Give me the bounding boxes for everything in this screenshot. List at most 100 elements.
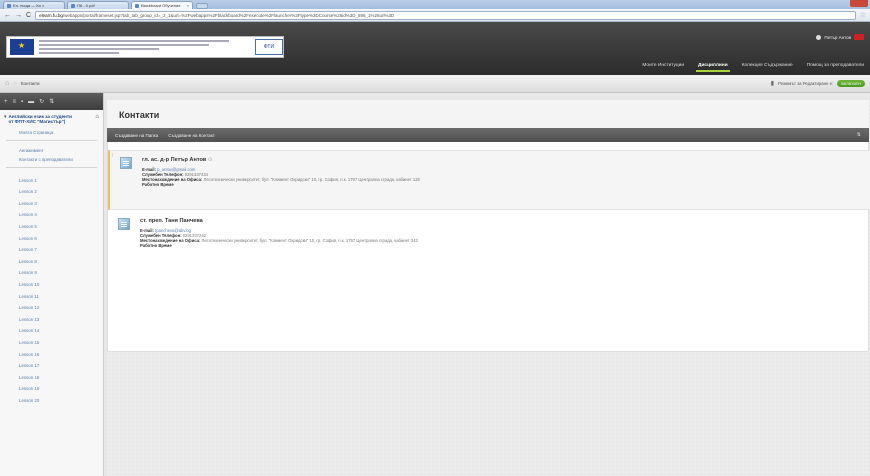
nav-tab-institutions[interactable]: Моите Институции — [640, 61, 686, 72]
address-bar: ← → C elearn.fu.bg /webapps/portal/frame… — [0, 9, 870, 22]
bookmark-star-icon[interactable]: ☆ — [860, 11, 866, 19]
program-logo: ФТИ — [255, 39, 283, 55]
sidebar-item-lesson[interactable]: Lesson 12 — [0, 302, 103, 314]
back-button[interactable]: ← — [4, 12, 11, 19]
options-menu-icon[interactable]: ⊙ — [208, 157, 213, 163]
course-title[interactable]: Английски език за студенти от ФПТ-ХИС "М… — [9, 114, 73, 125]
create-contact-button[interactable]: Създаване на Контакт — [168, 133, 215, 138]
create-folder-button[interactable]: Създаване на Папка — [115, 133, 158, 138]
lesson-list: Lesson 1 Lesson 2 Lesson 3 Lesson 4 Less… — [0, 172, 103, 407]
folder-view-icon[interactable]: ▪ — [21, 99, 23, 105]
url-input[interactable]: elearn.fu.bg /webapps/portal/frameset.js… — [35, 10, 856, 20]
sidebar-item-lesson[interactable]: Lesson 20 — [0, 395, 103, 407]
user-name[interactable]: Петър Антов — [824, 35, 851, 40]
tab-favicon-icon — [7, 3, 11, 8]
divider — [6, 139, 97, 141]
course-home-icon[interactable]: ⌂ — [95, 114, 99, 120]
sidebar-item-my-page[interactable]: Моята Страница — [0, 127, 103, 136]
contact-card-icon — [118, 218, 130, 230]
tab-favicon-icon — [71, 3, 75, 8]
home-icon[interactable]: ⌂ — [5, 80, 9, 87]
sidebar-item-lesson[interactable]: Lesson 8 — [0, 256, 103, 268]
tab-label: Blackboard Обучение — [141, 3, 181, 8]
sidebar-item-lesson[interactable]: Lesson 4 — [0, 209, 103, 221]
sidebar-item-lesson[interactable]: Lesson 3 — [0, 198, 103, 210]
edit-mode-area: ▮ Режимът за Редактиране е: ВКЛЮЧЕН — [771, 80, 865, 87]
contact-name: гл. ас. д-р Петър Антов — [142, 157, 207, 163]
contacts-list: ⁞ гл. ас. д-р Петър Антов ⊙ E-mail: p_an… — [107, 142, 870, 352]
url-host: elearn.fu.bg — [39, 12, 63, 18]
divider — [6, 166, 97, 168]
page-title-area: Контакти — [107, 100, 869, 128]
reload-button[interactable]: C — [26, 12, 31, 19]
sidebar-item-lesson[interactable]: Lesson 7 — [0, 244, 103, 256]
page-title: Контакти — [119, 110, 160, 120]
course-title-row[interactable]: ▾ Английски език за студенти от ФПТ-ХИС … — [0, 110, 103, 127]
sidebar-item-engagement[interactable]: Ангажимент — [0, 145, 103, 154]
user-icon — [816, 34, 822, 40]
drag-handle-icon[interactable]: ⁞ — [112, 153, 113, 159]
contact-hours-row: Работно Време — [142, 182, 870, 187]
banner-text — [39, 40, 239, 56]
top-navigation: Моите Институции Дисциплини Колекция Съд… — [640, 61, 866, 72]
sidebar-item-lesson[interactable]: Lesson 15 — [0, 337, 103, 349]
main-content: Контакти Създаване на Папка Създаване на… — [107, 100, 870, 476]
refresh-icon[interactable]: ↻ — [39, 98, 44, 105]
sidebar-item-lesson[interactable]: Lesson 2 — [0, 186, 103, 198]
url-path: /webapps/portal/frameset.jsp?tab_tab_gro… — [62, 12, 395, 18]
institution-banner[interactable]: ФТИ — [6, 36, 284, 58]
sidebar-item-lesson[interactable]: Lesson 13 — [0, 314, 103, 326]
collapse-chevron-icon[interactable]: ▾ — [4, 114, 7, 120]
nav-tab-content-collection[interactable]: Колекция Съдържание — [740, 61, 795, 72]
sidebar-item-lesson[interactable]: Lesson 17 — [0, 360, 103, 372]
contact-name: ст. преп. Таня Панчева — [140, 218, 203, 224]
sort-icon[interactable]: ⇅ — [49, 98, 54, 105]
breadcrumb-current: Контакти — [20, 81, 40, 86]
clipboard-icon[interactable]: ▮ — [771, 80, 774, 87]
contact-name-row: гл. ас. д-р Петър Антов ⊙ — [142, 157, 870, 163]
browser-tab-active[interactable]: Blackboard Обучение × — [131, 1, 193, 9]
browser-tab[interactable]: Ел. поща — Ко × — [3, 1, 65, 9]
breadcrumb-separator-icon: ○ — [13, 80, 17, 87]
sidebar-item-lesson[interactable]: Lesson 18 — [0, 372, 103, 384]
nav-tab-help[interactable]: Помощ за преподаватели — [805, 61, 866, 72]
tab-label: П8 - 0 pdf — [77, 3, 95, 8]
office-value: Лесотехнически университет, бул. "Климен… — [201, 238, 418, 243]
contact-card-icon — [120, 157, 132, 169]
edit-mode-label: Режимът за Редактиране е: — [778, 81, 834, 86]
contact-item: ст. преп. Таня Панчева E-mail: tpancheva… — [108, 212, 870, 262]
course-menu-toolbar: + ≡ ▪ ▬ ↻ ⇅ — [0, 93, 103, 110]
browser-tabstrip: Ел. поща — Ко × П8 - 0 pdf Blackboard Об… — [0, 0, 870, 9]
site-header: ФТИ Петър Антов Моите Институции Дисципл… — [0, 22, 870, 75]
tab-favicon-icon — [135, 3, 139, 8]
forward-button[interactable]: → — [15, 12, 22, 19]
sidebar-item-lesson[interactable]: Lesson 14 — [0, 325, 103, 337]
browser-tab[interactable]: П8 - 0 pdf — [67, 1, 129, 9]
sidebar-item-lesson[interactable]: Lesson 9 — [0, 267, 103, 279]
contact-hours-row: Работно Време — [140, 243, 870, 248]
sidebar-item-lesson[interactable]: Lesson 5 — [0, 221, 103, 233]
list-view-icon[interactable]: ≡ — [13, 99, 17, 105]
sidebar-item-lesson[interactable]: Lesson 19 — [0, 383, 103, 395]
close-tab-icon[interactable]: × — [187, 3, 189, 8]
nav-tab-courses[interactable]: Дисциплини — [696, 61, 730, 72]
sidebar-item-lesson[interactable]: Lesson 1 — [0, 175, 103, 187]
user-area[interactable]: Петър Антов — [816, 34, 864, 40]
logout-button[interactable] — [854, 34, 864, 40]
add-icon[interactable]: + — [4, 99, 8, 105]
sidebar-item-lesson[interactable]: Lesson 11 — [0, 291, 103, 303]
contact-item: ⁞ гл. ас. д-р Петър Антов ⊙ E-mail: p_an… — [108, 150, 870, 210]
course-menu: + ≡ ▪ ▬ ↻ ⇅ ▾ Английски език за студенти… — [0, 93, 104, 476]
sidebar-item-lesson[interactable]: Lesson 6 — [0, 233, 103, 245]
window-close-button[interactable] — [850, 0, 868, 7]
office-value: Лесотехнически университет, бул. "Климен… — [203, 177, 420, 182]
breadcrumb: ⌂ ○ Контакти ▮ Режимът за Редактиране е:… — [0, 75, 870, 93]
tab-label: Ел. поща — Ко × — [13, 3, 45, 8]
sidebar-item-lesson[interactable]: Lesson 10 — [0, 279, 103, 291]
sidebar-item-lesson[interactable]: Lesson 16 — [0, 349, 103, 361]
window-icon[interactable]: ▬ — [28, 99, 34, 105]
contact-name-row: ст. преп. Таня Панчева — [140, 218, 870, 224]
sidebar-item-contacts[interactable]: Контакти с преподаватели — [0, 154, 103, 163]
edit-mode-toggle[interactable]: ВКЛЮЧЕН — [837, 80, 865, 87]
reorder-icon[interactable]: ⇅ — [857, 132, 861, 138]
